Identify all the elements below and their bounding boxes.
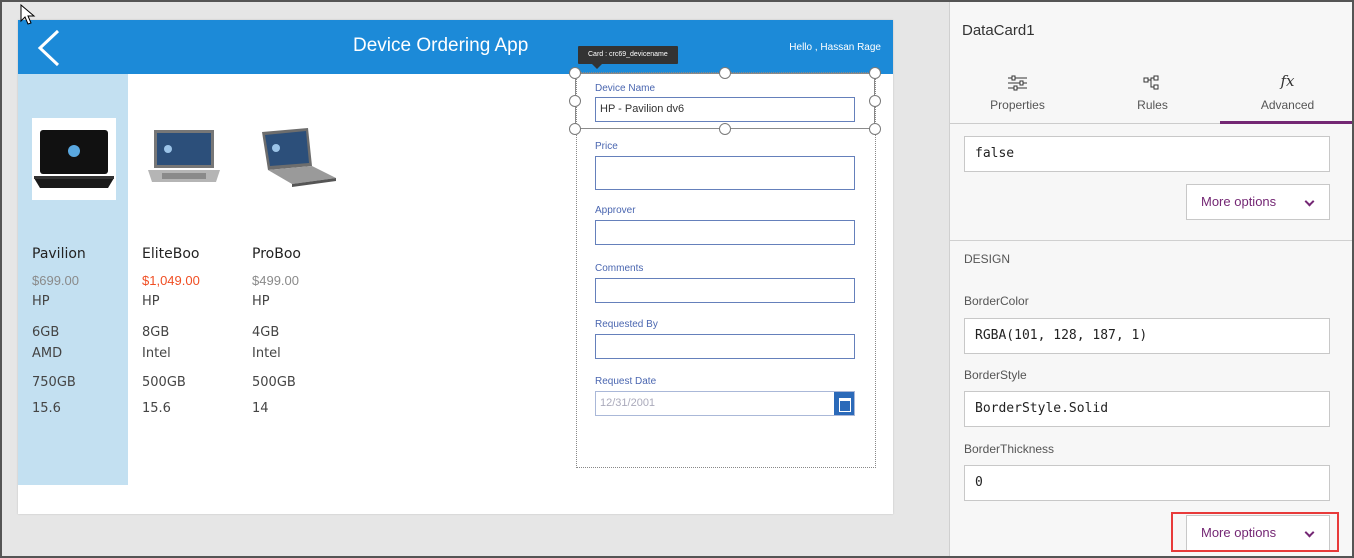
product-price: $499.00 xyxy=(252,273,299,288)
product-name: EliteBoo xyxy=(142,246,200,262)
border-style-input[interactable]: BorderStyle.Solid xyxy=(964,391,1330,427)
approver-input[interactable] xyxy=(595,220,855,245)
border-color-label: BorderColor xyxy=(964,294,1029,308)
request-date-label: Request Date xyxy=(595,376,657,387)
border-thickness-input[interactable]: 0 xyxy=(964,465,1330,501)
selected-card-outline xyxy=(575,73,875,129)
tab-properties-label: Properties xyxy=(990,98,1045,112)
tab-rules[interactable]: Rules xyxy=(1085,66,1220,124)
more-options-label: More options xyxy=(1201,194,1277,209)
product-cpu: Intel xyxy=(142,346,171,361)
resize-handle[interactable] xyxy=(569,95,581,107)
resize-handle[interactable] xyxy=(719,67,731,79)
product-name: ProBoo xyxy=(252,246,301,262)
price-input[interactable] xyxy=(595,156,855,190)
design-section-title: DESIGN xyxy=(964,252,1011,266)
product-ram: 4GB xyxy=(252,325,280,340)
price-label: Price xyxy=(595,141,618,152)
properties-panel: DataCard1 Properties Rules fx Advanced f… xyxy=(949,2,1352,556)
product-image xyxy=(252,118,336,200)
highlight-callout xyxy=(1171,512,1339,552)
tab-rules-label: Rules xyxy=(1137,98,1168,112)
product-price: $1,049.00 xyxy=(142,273,200,288)
fx-icon: fx xyxy=(1280,72,1295,90)
product-image xyxy=(142,118,226,200)
back-arrow-icon[interactable] xyxy=(32,28,66,68)
product-cpu: Intel xyxy=(252,346,281,361)
tab-properties[interactable]: Properties xyxy=(950,66,1085,124)
app-header: Device Ordering App Hello , Hassan Rage xyxy=(18,20,893,74)
resize-handle[interactable] xyxy=(869,95,881,107)
section-divider xyxy=(950,240,1352,241)
product-cpu: AMD xyxy=(32,346,63,361)
comments-label: Comments xyxy=(595,263,644,274)
request-date-picker[interactable]: 12/31/2001 xyxy=(595,391,855,416)
comments-input[interactable] xyxy=(595,278,855,303)
sliders-icon xyxy=(1008,75,1027,91)
border-thickness-label: BorderThickness xyxy=(964,442,1055,456)
card-name: DataCard1 xyxy=(962,22,1035,39)
mouse-cursor-icon xyxy=(20,4,36,25)
laptop-icon xyxy=(262,128,336,187)
panel-tabs: Properties Rules fx Advanced xyxy=(950,66,1352,124)
product-screen: 15.6 xyxy=(142,401,171,416)
laptop-icon xyxy=(148,130,220,182)
rules-icon xyxy=(1143,75,1159,90)
product-image xyxy=(32,118,116,200)
product-ram: 6GB xyxy=(32,325,60,340)
requested-by-input[interactable] xyxy=(595,334,855,359)
resize-handle[interactable] xyxy=(569,67,581,79)
advanced-value-input[interactable]: false xyxy=(964,136,1330,172)
product-screen: 14 xyxy=(252,401,269,416)
resize-handle[interactable] xyxy=(869,67,881,79)
design-canvas: Device Ordering App Hello , Hassan Rage … xyxy=(2,2,949,556)
resize-handle[interactable] xyxy=(569,123,581,135)
product-make: HP xyxy=(142,294,160,309)
product-price: $699.00 xyxy=(32,273,79,288)
request-date-value: 12/31/2001 xyxy=(600,397,656,409)
tab-advanced-label: Advanced xyxy=(1260,98,1315,112)
gallery-item[interactable]: EliteBoo $1,049.00 HP 8GB Intel 500GB 15… xyxy=(142,118,237,416)
greeting-label: Hello , Hassan Rage xyxy=(789,42,881,53)
border-color-input[interactable]: RGBA(101, 128, 187, 1) xyxy=(964,318,1330,354)
resize-handle[interactable] xyxy=(719,123,731,135)
chevron-down-icon xyxy=(1304,196,1315,207)
approver-label: Approver xyxy=(595,205,636,216)
app-screen: Device Ordering App Hello , Hassan Rage … xyxy=(18,20,893,514)
laptop-icon xyxy=(34,130,114,188)
product-ram: 8GB xyxy=(142,325,170,340)
gallery-item[interactable]: ProBoo $499.00 HP 4GB Intel 500GB 14 xyxy=(252,118,347,416)
requested-by-label: Requested By xyxy=(595,319,658,330)
calendar-icon[interactable] xyxy=(834,392,854,415)
app-title: Device Ordering App xyxy=(353,35,529,56)
border-style-label: BorderStyle xyxy=(964,368,1027,382)
product-hdd: 750GB xyxy=(32,375,76,390)
product-hdd: 500GB xyxy=(252,375,296,390)
resize-handle[interactable] xyxy=(869,123,881,135)
product-make: HP xyxy=(32,294,50,309)
card-tooltip: Card : crc69_devicename xyxy=(578,46,678,69)
product-hdd: 500GB xyxy=(142,375,186,390)
more-options-button[interactable]: More options xyxy=(1186,184,1330,220)
gallery-item[interactable]: Pavilion $699.00 HP 6GB AMD 750GB 15.6 xyxy=(32,118,127,416)
product-make: HP xyxy=(252,294,270,309)
product-screen: 15.6 xyxy=(32,401,61,416)
product-name: Pavilion xyxy=(32,246,86,262)
screen-frame: Device Ordering App Hello , Hassan Rage … xyxy=(0,0,1354,558)
tab-advanced[interactable]: fx Advanced xyxy=(1220,66,1352,124)
